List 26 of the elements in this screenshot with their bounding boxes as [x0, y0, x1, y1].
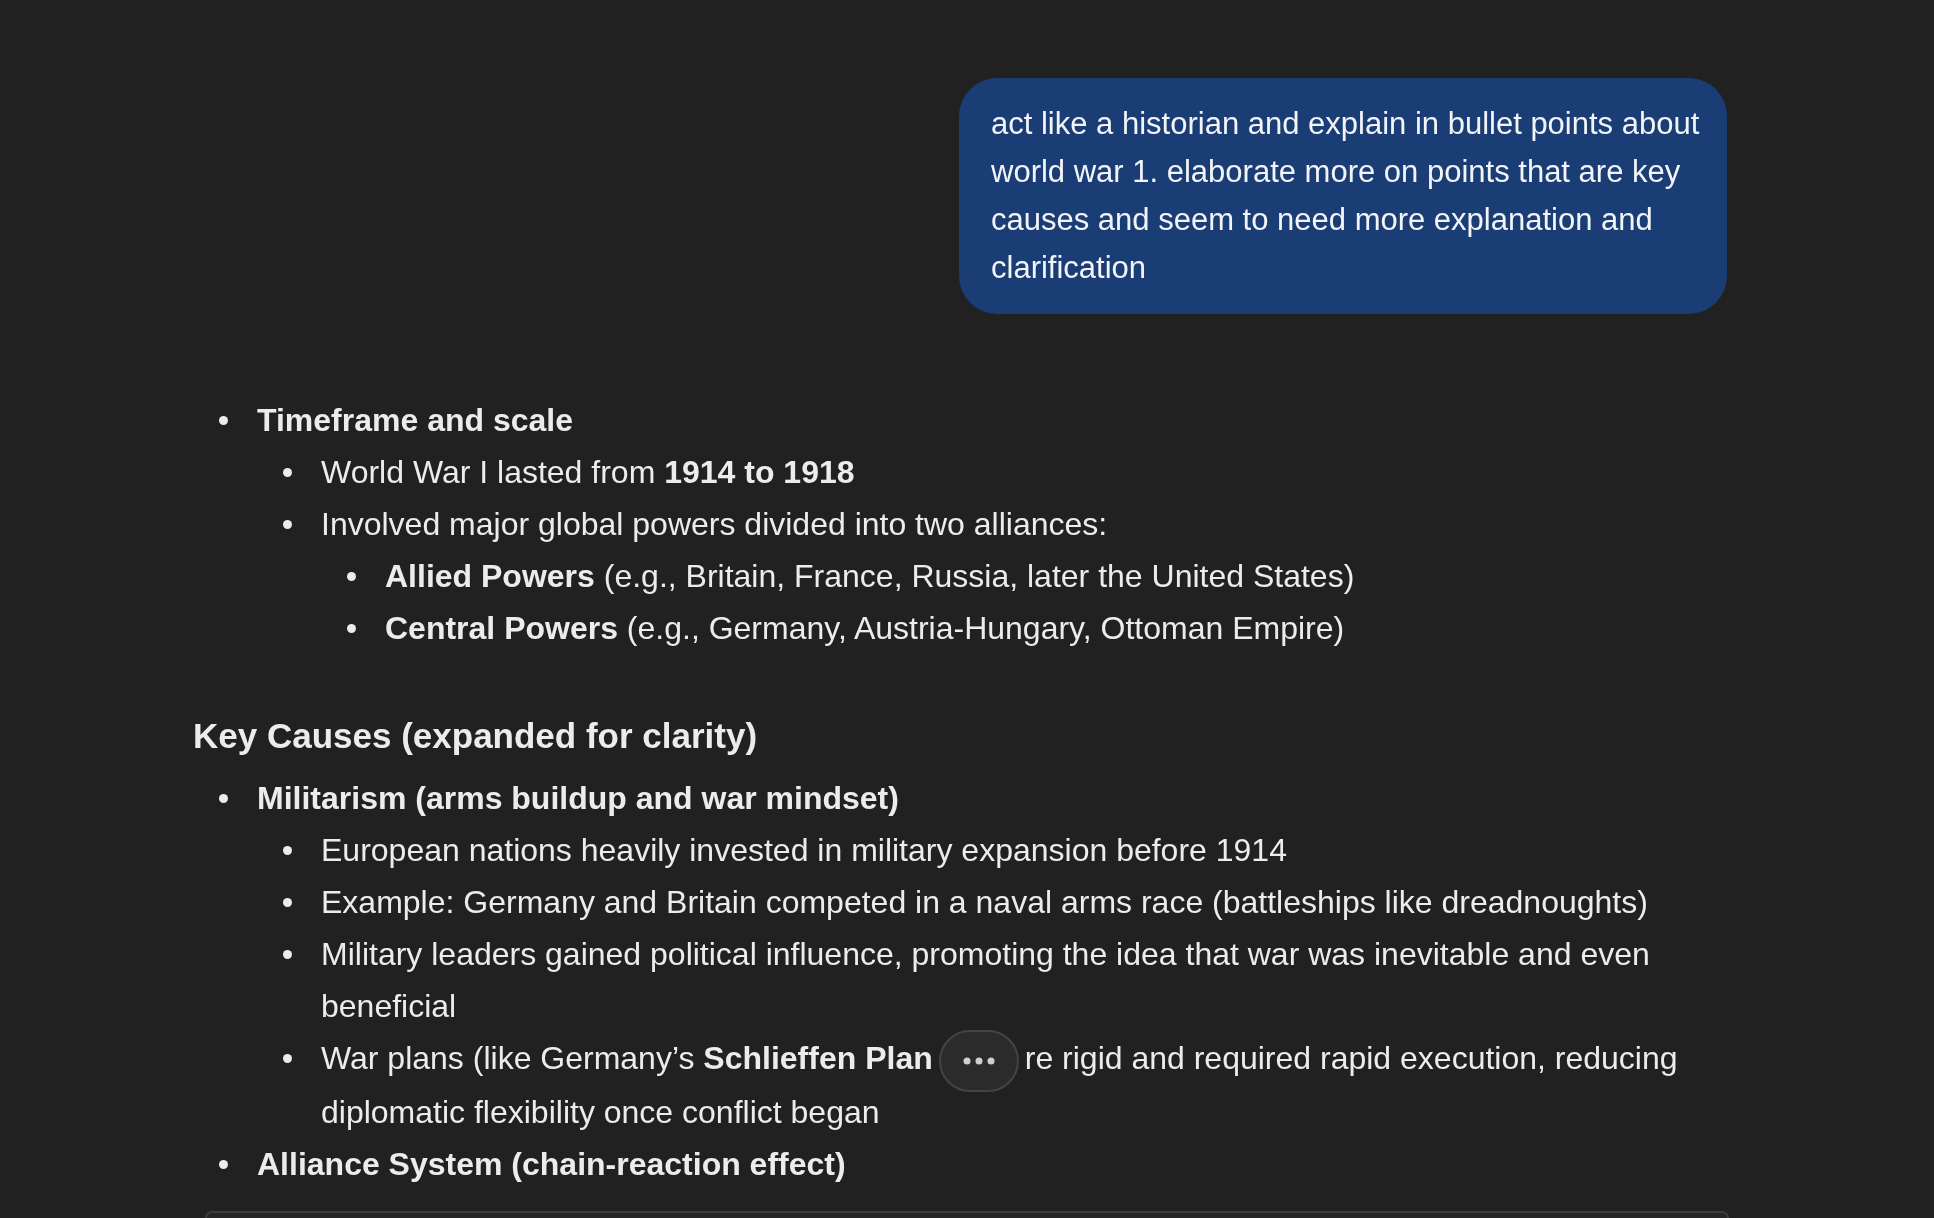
list-item-text: Central Powers (e.g., Germany, Austria-Hungary, Ottoman Empire) [385, 610, 1345, 646]
list-item-text: World War I lasted from 1914 to 1918 [321, 454, 855, 490]
bullet-icon [347, 624, 356, 633]
bullet-icon [347, 572, 356, 581]
list-item-text: Allied Powers (e.g., Britain, France, Russia, later the United States) [385, 558, 1355, 594]
bullet-icon [283, 520, 292, 529]
bullet-icon [283, 1054, 292, 1063]
bullet-icon [219, 1159, 228, 1169]
section-heading: Key Causes (expanded for clarity) [193, 715, 759, 757]
list-item-text: diplomatic flexibility once conflict began [321, 1092, 880, 1132]
ellipsis-icon [961, 1055, 996, 1066]
list-item-text: European nations heavily invested in military expansion before 1914 [321, 832, 1287, 868]
user-message: act like a historian and explain in bullet points about world war 1. elaborate more on points that are key causes and seem to need more explanation and clarification [959, 78, 1727, 314]
bullet-icon [283, 950, 292, 959]
list-heading: Alliance System (chain-reaction effect) [257, 1145, 846, 1182]
list-heading: Timeframe and scale [257, 402, 573, 438]
bullet-icon [219, 416, 228, 425]
list-item-text: Involved major global powers divided into two alliances: [321, 506, 1108, 542]
list-item-text: War plans (like Germany’s Schlieffen Plan [321, 1040, 933, 1076]
list-heading: Militarism (arms buildup and war mindset) [257, 780, 899, 816]
list-item-text: Example: Germany and Britain competed in a naval arms race (battleships like dreadnoughts) [321, 884, 1648, 920]
bullet-icon [219, 794, 228, 803]
list-item-text: re rigid and required rapid execution, reducing [1024, 1040, 1678, 1076]
bullet-icon [283, 898, 292, 907]
bullet-icon [283, 468, 292, 477]
bullet-icon [283, 846, 292, 855]
